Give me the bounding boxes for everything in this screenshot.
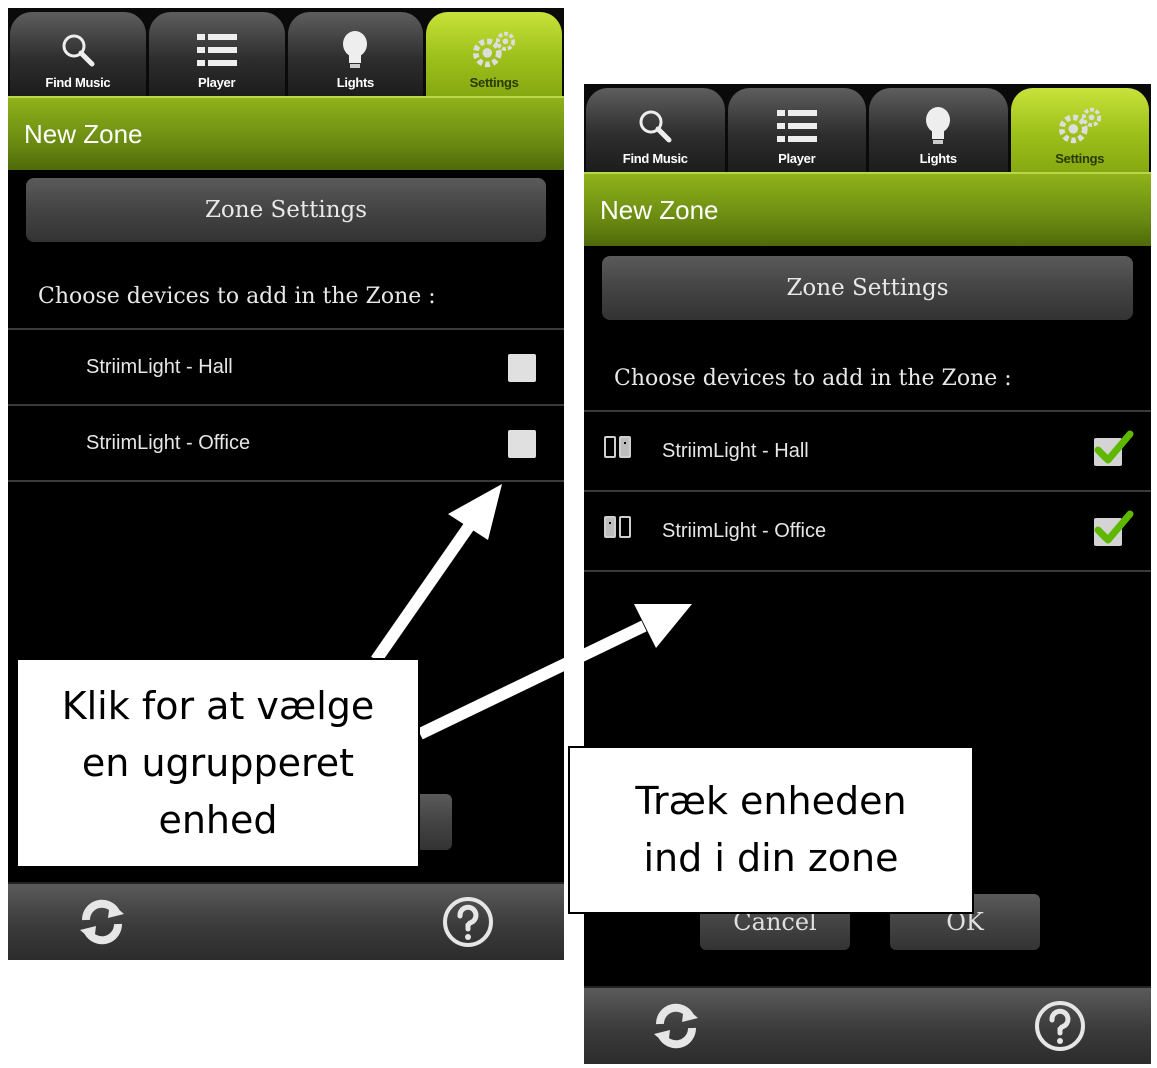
arrow-to-zone — [417, 620, 647, 740]
callout-select-device: Klik for at vælge en ugrupperet enhed — [16, 658, 420, 868]
arrow-to-checkbox — [371, 518, 477, 664]
callout-drag-device: Træk enheden ind i din zone — [568, 746, 974, 914]
arrowhead — [448, 484, 502, 540]
